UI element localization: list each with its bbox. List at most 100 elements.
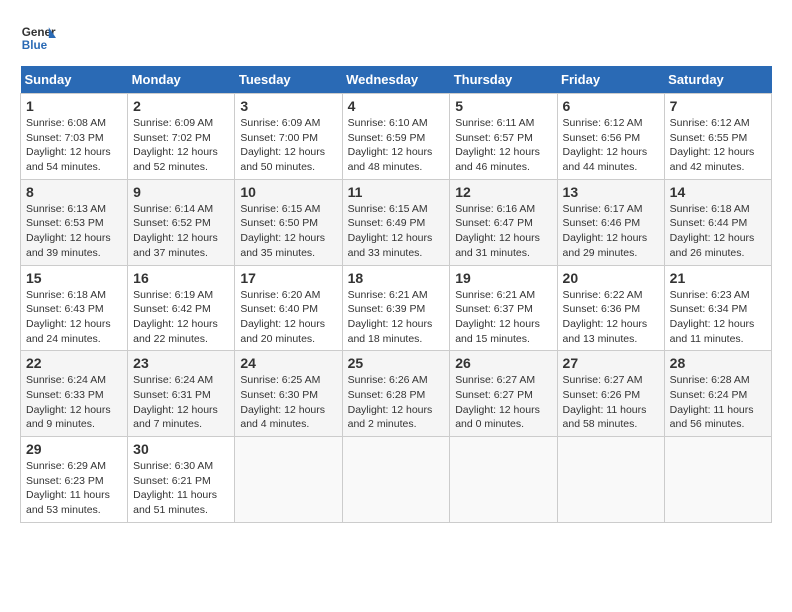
day-header-saturday: Saturday [664,66,771,94]
calendar-cell: 14 Sunrise: 6:18 AMSunset: 6:44 PMDayligh… [664,179,771,265]
day-number: 12 [455,184,551,200]
calendar-week-row: 22 Sunrise: 6:24 AMSunset: 6:33 PMDayligh… [21,351,772,437]
logo-icon: General Blue [20,20,56,56]
calendar-cell: 29 Sunrise: 6:29 AMSunset: 6:23 PMDayligh… [21,437,128,523]
calendar-cell: 27 Sunrise: 6:27 AMSunset: 6:26 PMDayligh… [557,351,664,437]
day-number: 6 [563,98,659,114]
calendar-cell: 4Sunrise: 6:10 AMSunset: 6:59 PMDaylight… [342,94,450,180]
day-header-friday: Friday [557,66,664,94]
day-detail: Sunrise: 6:25 AMSunset: 6:30 PMDaylight:… [240,373,336,432]
calendar-cell: 26 Sunrise: 6:27 AMSunset: 6:27 PMDayligh… [450,351,557,437]
day-detail: Sunrise: 6:29 AMSunset: 6:23 PMDaylight:… [26,459,122,518]
day-detail: Sunrise: 6:08 AMSunset: 7:03 PMDaylight:… [26,116,122,175]
day-detail: Sunrise: 6:28 AMSunset: 6:24 PMDaylight:… [670,373,766,432]
day-number: 26 [455,355,551,371]
day-detail: Sunrise: 6:26 AMSunset: 6:28 PMDaylight:… [348,373,445,432]
day-detail: Sunrise: 6:13 AMSunset: 6:53 PMDaylight:… [26,202,122,261]
calendar-cell: 30 Sunrise: 6:30 AMSunset: 6:21 PMDayligh… [128,437,235,523]
calendar-cell: 25 Sunrise: 6:26 AMSunset: 6:28 PMDayligh… [342,351,450,437]
day-detail: Sunrise: 6:21 AMSunset: 6:39 PMDaylight:… [348,288,445,347]
day-header-thursday: Thursday [450,66,557,94]
day-number: 30 [133,441,229,457]
day-number: 19 [455,270,551,286]
day-detail: Sunrise: 6:18 AMSunset: 6:43 PMDaylight:… [26,288,122,347]
calendar-cell: 2 Sunrise: 6:09 AMSunset: 7:02 PMDaylight… [128,94,235,180]
calendar-cell: 6 Sunrise: 6:12 AMSunset: 6:56 PMDaylight… [557,94,664,180]
day-detail: Sunrise: 6:24 AMSunset: 6:33 PMDaylight:… [26,373,122,432]
calendar-body: 1 Sunrise: 6:08 AMSunset: 7:03 PMDaylight… [21,94,772,523]
day-detail: Sunrise: 6:09 AMSunset: 7:00 PMDaylight:… [240,116,336,175]
calendar-cell [235,437,342,523]
calendar-cell: 5 Sunrise: 6:11 AMSunset: 6:57 PMDaylight… [450,94,557,180]
day-number: 13 [563,184,659,200]
day-detail: Sunrise: 6:11 AMSunset: 6:57 PMDaylight:… [455,116,551,175]
day-number: 24 [240,355,336,371]
calendar-cell: 23 Sunrise: 6:24 AMSunset: 6:31 PMDayligh… [128,351,235,437]
day-detail: Sunrise: 6:15 AMSunset: 6:49 PMDaylight:… [348,202,445,261]
page-header: General Blue [20,20,772,56]
calendar-table: SundayMondayTuesdayWednesdayThursdayFrid… [20,66,772,523]
day-number: 7 [670,98,766,114]
calendar-cell: 8 Sunrise: 6:13 AMSunset: 6:53 PMDaylight… [21,179,128,265]
day-number: 27 [563,355,659,371]
day-number: 1 [26,98,122,114]
day-detail: Sunrise: 6:20 AMSunset: 6:40 PMDaylight:… [240,288,336,347]
day-number: 10 [240,184,336,200]
calendar-cell: 15 Sunrise: 6:18 AMSunset: 6:43 PMDayligh… [21,265,128,351]
day-detail: Sunrise: 6:27 AMSunset: 6:27 PMDaylight:… [455,373,551,432]
calendar-cell [342,437,450,523]
day-detail: Sunrise: 6:27 AMSunset: 6:26 PMDaylight:… [563,373,659,432]
calendar-cell: 24 Sunrise: 6:25 AMSunset: 6:30 PMDayligh… [235,351,342,437]
day-number: 23 [133,355,229,371]
calendar-cell: 13 Sunrise: 6:17 AMSunset: 6:46 PMDayligh… [557,179,664,265]
day-number: 29 [26,441,122,457]
day-detail: Sunrise: 6:21 AMSunset: 6:37 PMDaylight:… [455,288,551,347]
day-number: 3 [240,98,336,114]
day-detail: Sunrise: 6:17 AMSunset: 6:46 PMDaylight:… [563,202,659,261]
day-detail: Sunrise: 6:09 AMSunset: 7:02 PMDaylight:… [133,116,229,175]
day-number: 8 [26,184,122,200]
day-number: 2 [133,98,229,114]
day-number: 18 [348,270,445,286]
calendar-cell: 17 Sunrise: 6:20 AMSunset: 6:40 PMDayligh… [235,265,342,351]
calendar-cell: 16 Sunrise: 6:19 AMSunset: 6:42 PMDayligh… [128,265,235,351]
calendar-cell: 12Sunrise: 6:16 AMSunset: 6:47 PMDayligh… [450,179,557,265]
calendar-week-row: 1 Sunrise: 6:08 AMSunset: 7:03 PMDaylight… [21,94,772,180]
calendar-cell: 10 Sunrise: 6:15 AMSunset: 6:50 PMDayligh… [235,179,342,265]
day-header-monday: Monday [128,66,235,94]
day-number: 17 [240,270,336,286]
day-header-wednesday: Wednesday [342,66,450,94]
day-number: 9 [133,184,229,200]
day-number: 4 [348,98,445,114]
day-detail: Sunrise: 6:12 AMSunset: 6:56 PMDaylight:… [563,116,659,175]
day-detail: Sunrise: 6:15 AMSunset: 6:50 PMDaylight:… [240,202,336,261]
day-number: 25 [348,355,445,371]
day-detail: Sunrise: 6:14 AMSunset: 6:52 PMDaylight:… [133,202,229,261]
day-number: 16 [133,270,229,286]
calendar-week-row: 29 Sunrise: 6:29 AMSunset: 6:23 PMDayligh… [21,437,772,523]
calendar-cell: 3 Sunrise: 6:09 AMSunset: 7:00 PMDaylight… [235,94,342,180]
day-detail: Sunrise: 6:30 AMSunset: 6:21 PMDaylight:… [133,459,229,518]
calendar-cell: 7Sunrise: 6:12 AMSunset: 6:55 PMDaylight… [664,94,771,180]
calendar-header-row: SundayMondayTuesdayWednesdayThursdayFrid… [21,66,772,94]
day-number: 20 [563,270,659,286]
calendar-cell: 21Sunrise: 6:23 AMSunset: 6:34 PMDayligh… [664,265,771,351]
calendar-cell: 19 Sunrise: 6:21 AMSunset: 6:37 PMDayligh… [450,265,557,351]
day-detail: Sunrise: 6:24 AMSunset: 6:31 PMDaylight:… [133,373,229,432]
day-number: 15 [26,270,122,286]
calendar-cell: 20 Sunrise: 6:22 AMSunset: 6:36 PMDayligh… [557,265,664,351]
day-number: 14 [670,184,766,200]
calendar-cell [450,437,557,523]
day-number: 22 [26,355,122,371]
calendar-cell: 1 Sunrise: 6:08 AMSunset: 7:03 PMDaylight… [21,94,128,180]
day-detail: Sunrise: 6:18 AMSunset: 6:44 PMDaylight:… [670,202,766,261]
day-header-tuesday: Tuesday [235,66,342,94]
day-number: 28 [670,355,766,371]
day-number: 5 [455,98,551,114]
calendar-week-row: 15 Sunrise: 6:18 AMSunset: 6:43 PMDayligh… [21,265,772,351]
calendar-cell: 18 Sunrise: 6:21 AMSunset: 6:39 PMDayligh… [342,265,450,351]
calendar-week-row: 8 Sunrise: 6:13 AMSunset: 6:53 PMDaylight… [21,179,772,265]
day-detail: Sunrise: 6:22 AMSunset: 6:36 PMDaylight:… [563,288,659,347]
day-detail: Sunrise: 6:19 AMSunset: 6:42 PMDaylight:… [133,288,229,347]
svg-text:Blue: Blue [22,39,48,52]
